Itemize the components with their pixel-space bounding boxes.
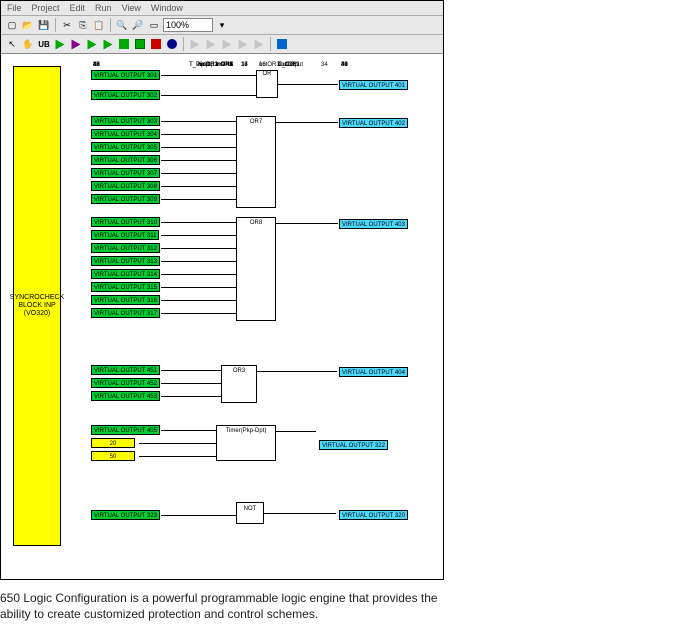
id-38: 38: [341, 62, 348, 68]
ub-icon[interactable]: UB: [37, 37, 51, 51]
gate-or7[interactable]: OR7: [236, 116, 276, 208]
zoom-select[interactable]: [163, 18, 213, 32]
gate-not[interactable]: NOT: [236, 502, 264, 524]
vo-305[interactable]: VIRTUAL OUTPUT 305: [91, 142, 160, 152]
toolbar-main: ▢ 📂 💾 ✂ ⎘ 📋 🔍 🔎 ▭ ▾: [1, 16, 443, 35]
menu-project[interactable]: Project: [32, 3, 60, 13]
cut-icon[interactable]: ✂: [60, 18, 74, 32]
vo-303[interactable]: VIRTUAL OUTPUT 303: [91, 116, 160, 126]
zoom-in-icon[interactable]: 🔍: [115, 18, 129, 32]
const-50[interactable]: 50: [91, 451, 135, 461]
gate-or8[interactable]: OR8: [236, 217, 276, 321]
gate-or3[interactable]: OR3: [221, 365, 257, 403]
vo-304[interactable]: VIRTUAL OUTPUT 304: [91, 129, 160, 139]
vo-451[interactable]: VIRTUAL OUTPUT 451: [91, 365, 160, 375]
vo-453[interactable]: VIRTUAL OUTPUT 453: [91, 391, 160, 401]
vo-307[interactable]: VIRTUAL OUTPUT 307: [91, 168, 160, 178]
app-window: File Project Edit Run View Window ▢ 📂 💾 …: [0, 0, 444, 580]
vo-308[interactable]: VIRTUAL OUTPUT 308: [91, 181, 160, 191]
menu-view[interactable]: View: [122, 3, 141, 13]
step2-icon[interactable]: [101, 37, 115, 51]
menu-edit[interactable]: Edit: [70, 3, 86, 13]
vo-403[interactable]: VIRTUAL OUTPUT 403: [339, 219, 408, 229]
vo-322[interactable]: VIRTUAL OUTPUT 322: [319, 440, 388, 450]
new-icon[interactable]: ▢: [5, 18, 19, 32]
stop-icon[interactable]: [149, 37, 163, 51]
vo-323[interactable]: VIRTUAL OUTPUT 323: [91, 510, 160, 520]
save-icon[interactable]: 💾: [37, 18, 51, 32]
gate-or[interactable]: OR: [256, 70, 278, 98]
syncrocheck-block[interactable]: SYNCROCHECK BLOCK INP (VO320): [13, 66, 61, 546]
vo-301[interactable]: VIRTUAL OUTPUT 301: [91, 70, 160, 80]
syncrocheck-label: SYNCROCHECK BLOCK INP (VO320): [10, 294, 64, 317]
copy-icon[interactable]: ⎘: [76, 18, 90, 32]
step-gray4-icon[interactable]: [236, 37, 250, 51]
open-icon[interactable]: 📂: [21, 18, 35, 32]
vo-312[interactable]: VIRTUAL OUTPUT 312: [91, 243, 160, 253]
vo-311[interactable]: VIRTUAL OUTPUT 311: [91, 230, 159, 240]
vo-309[interactable]: VIRTUAL OUTPUT 309: [91, 194, 160, 204]
menu-run[interactable]: Run: [95, 3, 112, 13]
pointer-icon[interactable]: ↖: [5, 37, 19, 51]
vo-402[interactable]: VIRTUAL OUTPUT 402: [339, 118, 408, 128]
step-gray3-icon[interactable]: [220, 37, 234, 51]
id-47: 47: [221, 62, 228, 68]
vo-405[interactable]: VIRTUAL OUTPUT 405: [91, 425, 160, 435]
pause-icon[interactable]: [133, 37, 147, 51]
step-gray5-icon[interactable]: [252, 37, 266, 51]
vo-302[interactable]: VIRTUAL OUTPUT 302: [91, 90, 160, 100]
id-34: 34: [321, 62, 328, 68]
vo-315[interactable]: VIRTUAL OUTPUT 315: [91, 282, 160, 292]
menu-file[interactable]: File: [7, 3, 22, 13]
vo-404[interactable]: VIRTUAL OUTPUT 404: [339, 367, 408, 377]
step-gray2-icon[interactable]: [204, 37, 218, 51]
menubar: File Project Edit Run View Window: [1, 1, 443, 16]
vo-316[interactable]: VIRTUAL OUTPUT 316: [91, 295, 160, 305]
hand-icon[interactable]: ✋: [21, 37, 35, 51]
pin-tdropt: T_Dropt: [189, 62, 211, 68]
zoom-fit-icon[interactable]: ▭: [147, 18, 161, 32]
id-36: 36: [93, 62, 100, 68]
vo-401[interactable]: VIRTUAL OUTPUT 401: [339, 80, 408, 90]
run-icon[interactable]: [117, 37, 131, 51]
zoom-out-icon[interactable]: 🔎: [131, 18, 145, 32]
id-37: 37: [241, 62, 248, 68]
vo-317[interactable]: VIRTUAL OUTPUT 317: [91, 308, 160, 318]
paste-icon[interactable]: 📋: [92, 18, 106, 32]
gate-timer[interactable]: Timer(Pkp-Dpt): [216, 425, 276, 461]
record-icon[interactable]: [165, 37, 179, 51]
vo-306[interactable]: VIRTUAL OUTPUT 306: [91, 155, 160, 165]
vo-310[interactable]: VIRTUAL OUTPUT 310: [91, 217, 160, 227]
play2-icon[interactable]: [69, 37, 83, 51]
pin-outor1c: outOR1: [259, 62, 280, 68]
menu-window[interactable]: Window: [151, 3, 183, 13]
pin-toutput: T_Output: [278, 62, 303, 68]
vo-313[interactable]: VIRTUAL OUTPUT 313: [91, 256, 160, 266]
step-gray1-icon[interactable]: [188, 37, 202, 51]
play-icon[interactable]: [53, 37, 67, 51]
diagram-canvas[interactable]: SYNCROCHECK BLOCK INP (VO320) 17 VIRTUAL…: [1, 54, 443, 579]
zoom-down-icon[interactable]: ▾: [215, 18, 229, 32]
figure-caption: 650 Logic Configuration is a powerful pr…: [0, 580, 444, 622]
const-20[interactable]: 20: [91, 438, 135, 448]
monitor-icon[interactable]: [275, 37, 289, 51]
vo-452[interactable]: VIRTUAL OUTPUT 452: [91, 378, 160, 388]
toolbar-run: ↖ ✋ UB: [1, 35, 443, 54]
vo-314[interactable]: VIRTUAL OUTPUT 314: [91, 269, 160, 279]
step-icon[interactable]: [85, 37, 99, 51]
vo-320[interactable]: VIRTUAL OUTPUT 320: [339, 510, 408, 520]
